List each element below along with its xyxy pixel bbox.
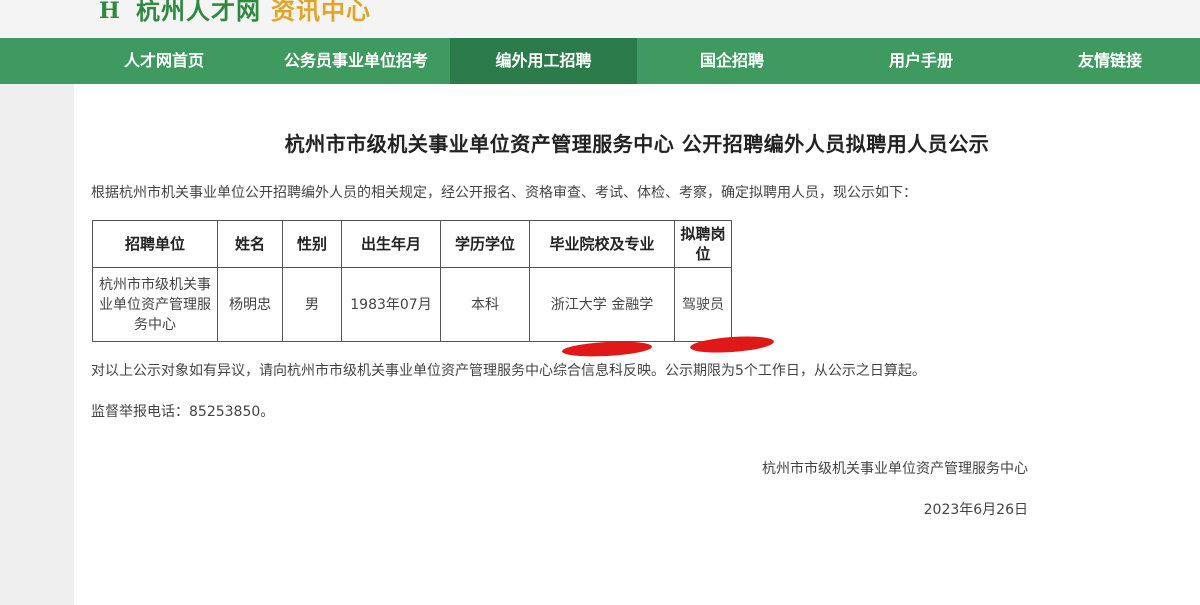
- table-cell: 驾驶员: [674, 267, 732, 342]
- page-title: 杭州市市级机关事业单位资产管理服务中心 公开招聘编外人员拟聘用人员公示: [284, 132, 990, 156]
- publish-date: 2023年6月26日: [923, 502, 1028, 518]
- nav-item-links[interactable]: 友情链接: [1034, 38, 1186, 84]
- table-header-row: 招聘单位 姓名 性别 出生年月 学历学位 毕业院校及专业 拟聘岗位: [92, 220, 732, 268]
- table-cell: 男: [282, 267, 342, 342]
- logo-icon: H: [88, 0, 134, 28]
- nav-item-user-manual[interactable]: 用户手册: [845, 38, 997, 84]
- table-header: 姓名: [217, 220, 283, 268]
- main-nav: 人才网首页 公务员事业单位招考 编外用工招聘 国企招聘 用户手册 友情链接: [0, 38, 1200, 84]
- objection-text: 对以上公示对象如有异议，请向杭州市市级机关事业单位资产管理服务中心综合信息科反映…: [91, 363, 926, 379]
- table-header: 拟聘岗位: [674, 220, 732, 268]
- hotline-text: 监督举报电话：85253850。: [91, 404, 275, 420]
- site-logo[interactable]: H 杭州人才网 资讯中心: [88, 0, 371, 28]
- table-cell: 杭州市市级机关事业单位资产管理服务中心: [92, 267, 218, 342]
- table-header: 出生年月: [341, 220, 441, 268]
- table-row: 杭州市市级机关事业单位资产管理服务中心 杨明忠 男 1983年07月 本科 浙江…: [92, 267, 732, 342]
- table-cell: 杨明忠: [217, 267, 283, 342]
- table-header: 招聘单位: [92, 220, 218, 268]
- table-cell: 本科: [440, 267, 530, 342]
- table-header: 性别: [282, 220, 342, 268]
- signature: 杭州市市级机关事业单位资产管理服务中心: [762, 461, 1028, 477]
- section-name: 资讯中心: [271, 0, 371, 25]
- nav-item-civil-service[interactable]: 公务员事业单位招考: [262, 38, 450, 84]
- intro-text: 根据杭州市机关事业单位公开招聘编外人员的相关规定，经公开报名、资格审查、考试、体…: [91, 185, 917, 201]
- site-header: H 杭州人才网 资讯中心: [0, 0, 1200, 38]
- logo-letter: H: [99, 0, 120, 24]
- table-header: 毕业院校及专业: [529, 220, 675, 268]
- table-header: 学历学位: [440, 220, 530, 268]
- nav-item-home[interactable]: 人才网首页: [88, 38, 240, 84]
- table-cell: 1983年07月: [341, 267, 441, 342]
- site-name: 杭州人才网: [136, 0, 261, 25]
- candidate-table: 招聘单位 姓名 性别 出生年月 学历学位 毕业院校及专业 拟聘岗位 杭州市市级机…: [92, 220, 732, 342]
- table-cell: 浙江大学 金融学: [529, 267, 675, 342]
- nav-item-contract-jobs[interactable]: 编外用工招聘: [450, 38, 637, 84]
- nav-item-soe-jobs[interactable]: 国企招聘: [656, 38, 808, 84]
